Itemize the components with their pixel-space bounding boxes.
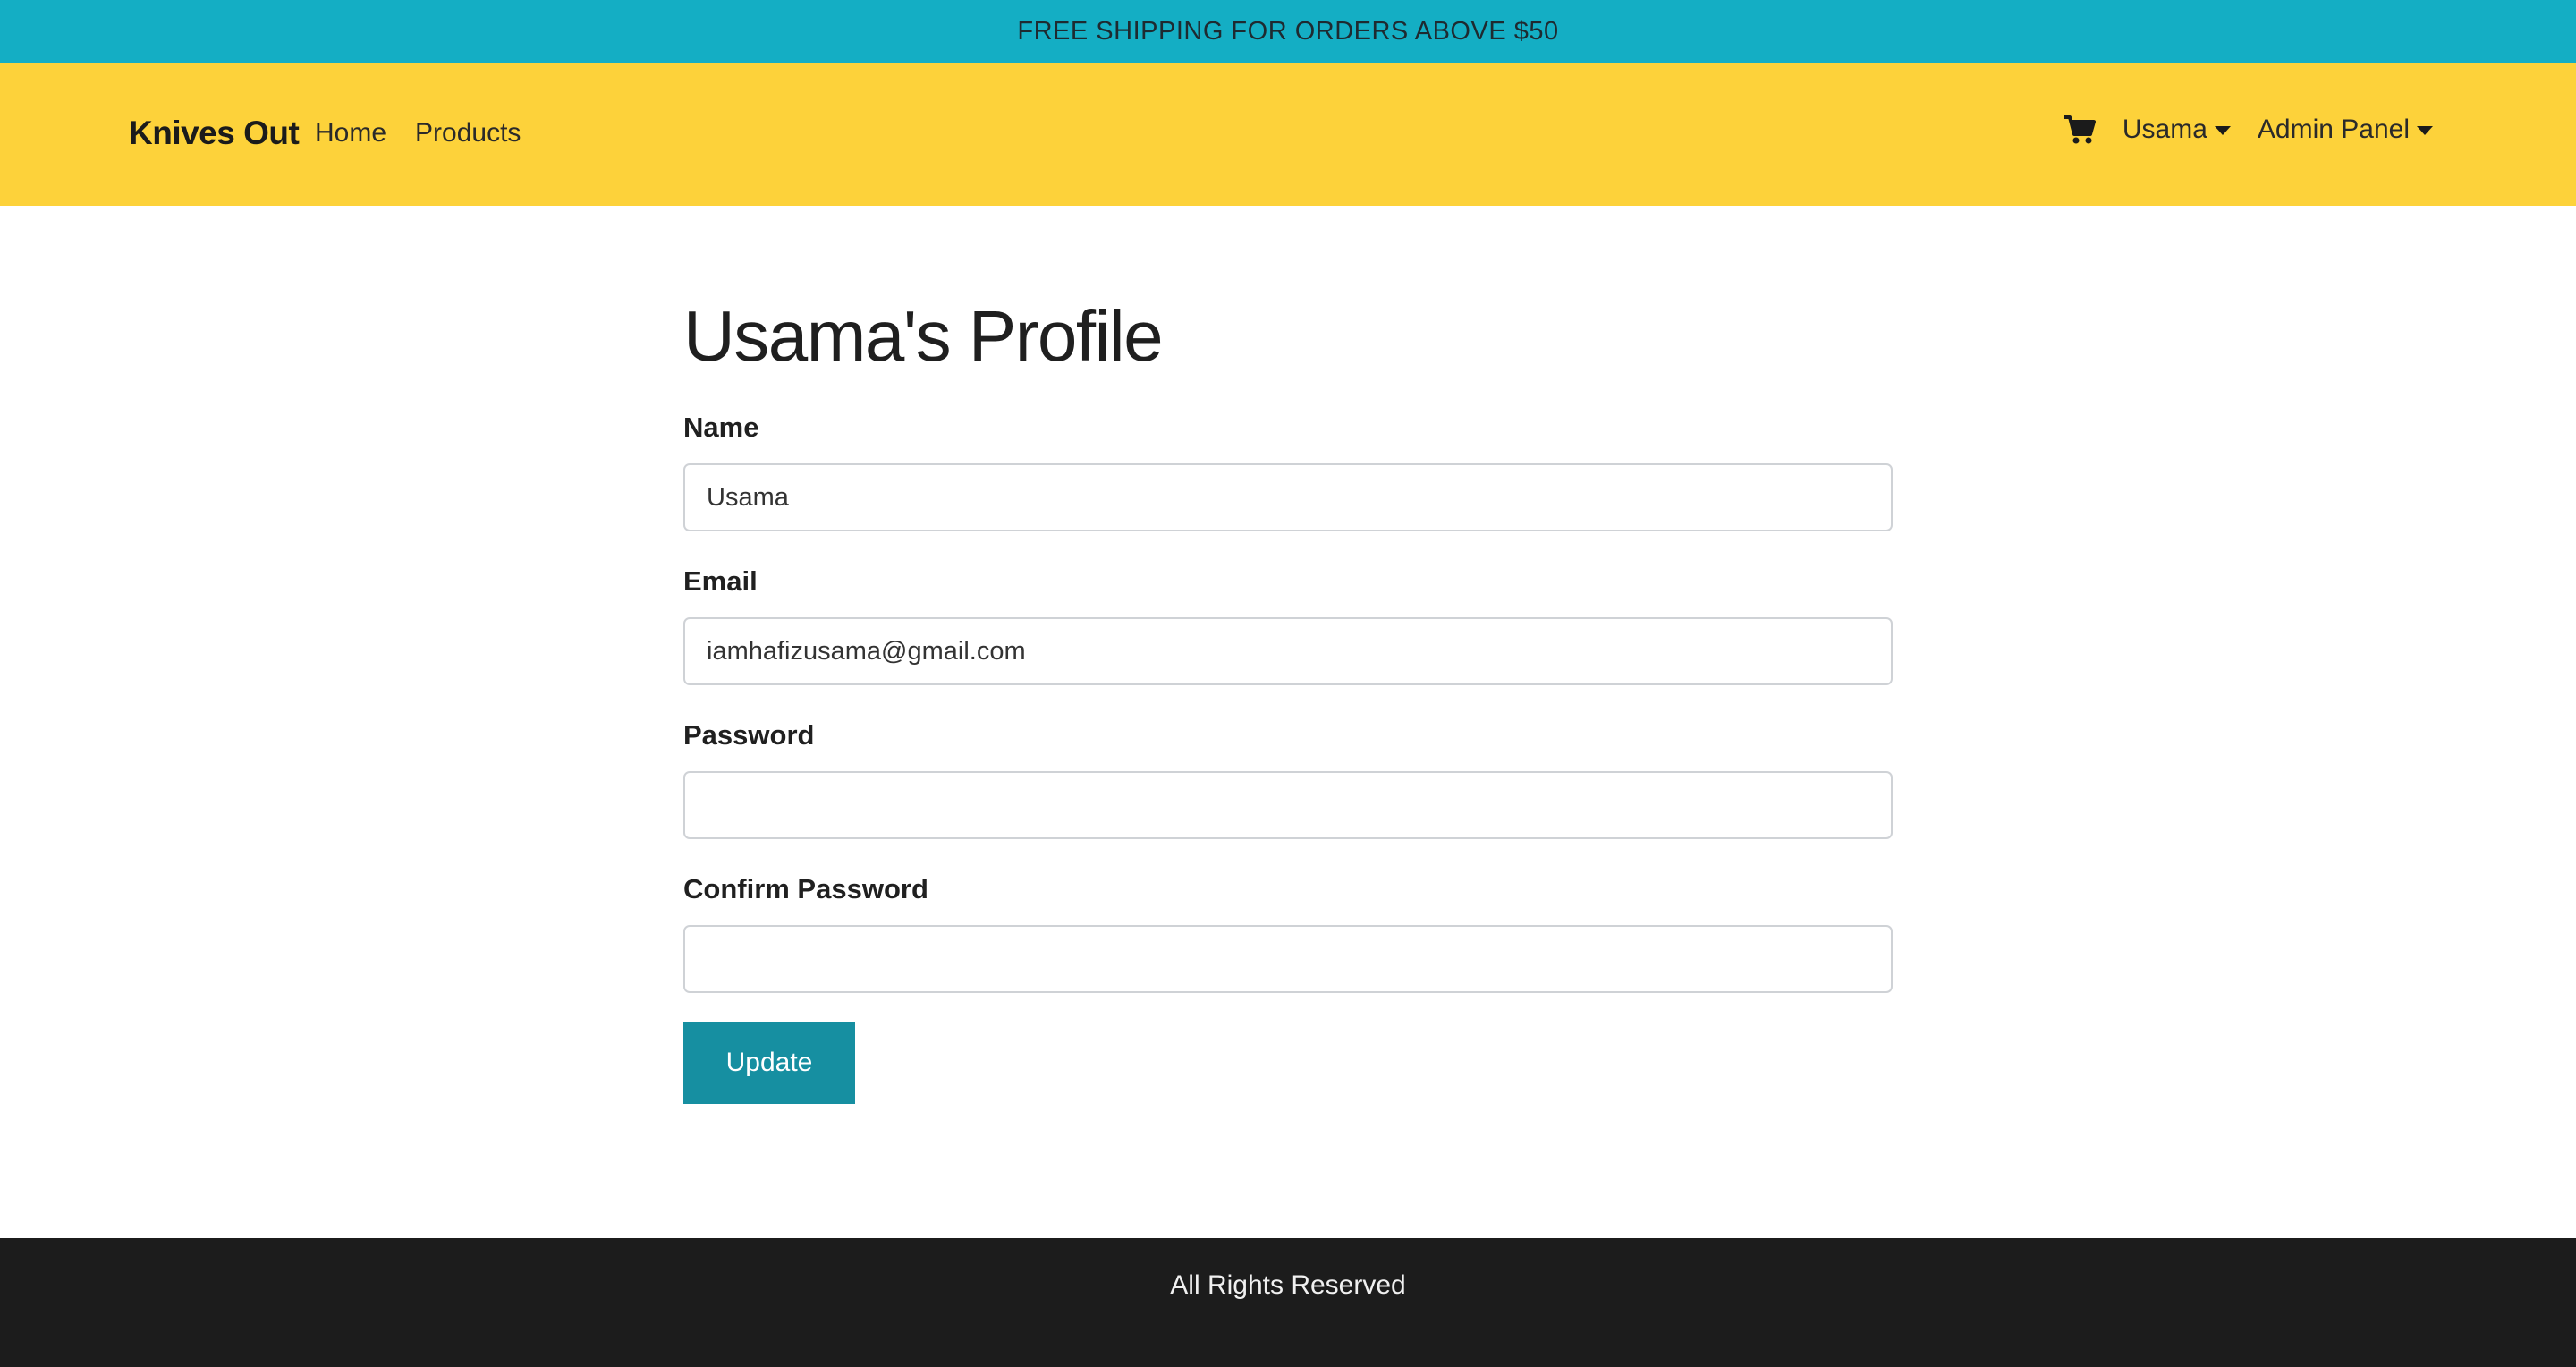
email-label: Email: [683, 565, 758, 597]
name-field[interactable]: [683, 463, 1893, 531]
admin-panel-dropdown[interactable]: Admin Panel: [2258, 115, 2433, 145]
update-button[interactable]: Update: [683, 1022, 855, 1104]
confirm-password-label: Confirm Password: [683, 873, 928, 904]
user-menu-dropdown[interactable]: Usama: [2123, 115, 2231, 145]
promo-text: FREE SHIPPING FOR ORDERS ABOVE $50: [1017, 16, 1559, 46]
page-title: Usama's Profile: [683, 296, 1164, 376]
name-label: Name: [683, 412, 759, 443]
shopping-cart-icon[interactable]: [2063, 115, 2096, 145]
confirm-password-field[interactable]: [683, 925, 1893, 993]
caret-down-icon: [2214, 126, 2231, 135]
password-label: Password: [683, 719, 815, 751]
admin-panel-label: Admin Panel: [2257, 115, 2410, 144]
nav-link-products[interactable]: Products: [415, 118, 521, 149]
email-field[interactable]: [683, 617, 1893, 685]
footer-text: All Rights Reserved: [1170, 1270, 1406, 1300]
user-menu-label: Usama: [2122, 115, 2207, 144]
brand-logo[interactable]: Knives Out: [129, 115, 300, 152]
nav-links: Home Products: [315, 118, 521, 149]
nav-right: Usama Admin Panel: [2063, 115, 2433, 145]
footer: All Rights Reserved: [0, 1238, 2576, 1367]
promo-banner: FREE SHIPPING FOR ORDERS ABOVE $50: [0, 0, 2576, 63]
navbar: Knives Out Home Products Usama Admin Pan…: [0, 63, 2576, 206]
password-field[interactable]: [683, 771, 1893, 839]
nav-link-home[interactable]: Home: [315, 118, 386, 149]
caret-down-icon: [2417, 126, 2433, 135]
